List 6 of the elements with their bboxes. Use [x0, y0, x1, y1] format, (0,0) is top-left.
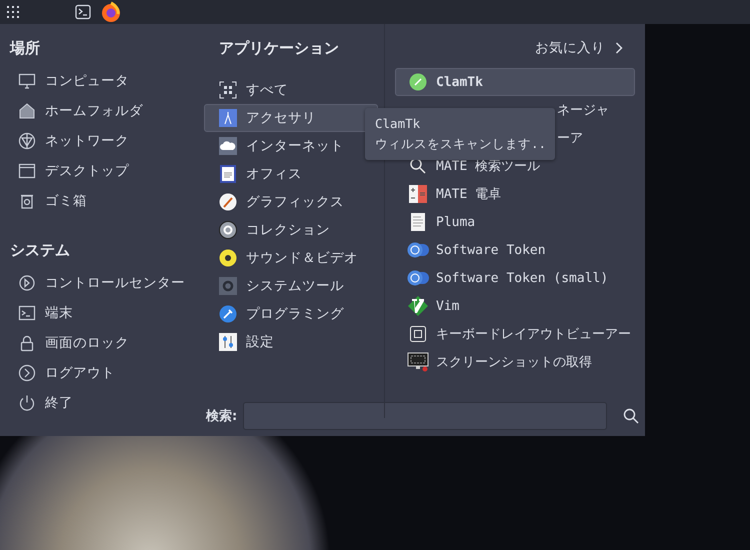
tooltip-text: ウィルスをスキャンします..	[375, 135, 545, 153]
tooltip-title: ClamTk	[375, 115, 422, 133]
section-heading: アプリケーション	[219, 38, 340, 59]
search-label: 検索:	[206, 408, 238, 425]
section-heading: システム	[10, 240, 71, 261]
section-heading: 場所	[10, 38, 41, 59]
